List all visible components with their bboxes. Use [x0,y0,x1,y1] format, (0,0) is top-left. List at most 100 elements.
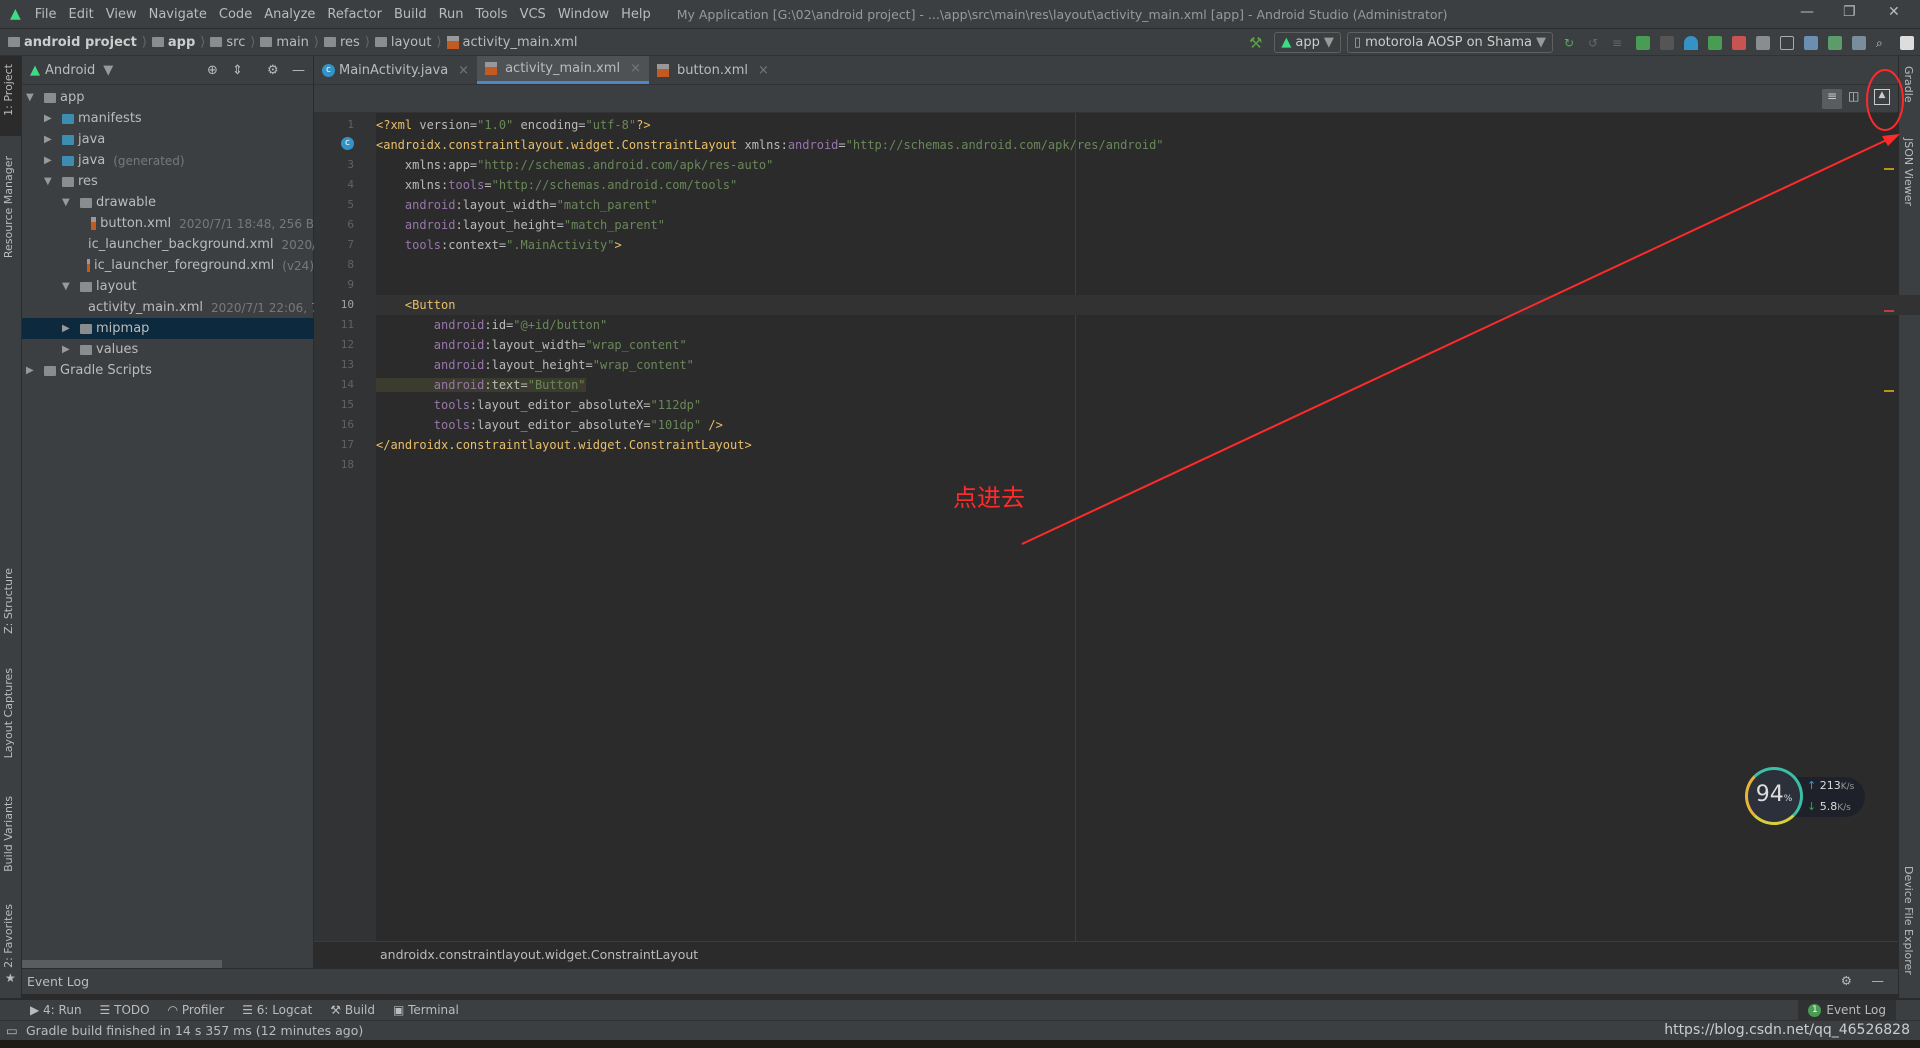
design-view-button[interactable]: ▲ [1874,89,1890,105]
profile-icon[interactable] [1684,35,1698,50]
error-marker[interactable] [1884,310,1894,312]
code-line[interactable]: <?xml version="1.0" encoding="utf-8"?> [376,115,651,135]
warning-marker[interactable] [1884,390,1894,392]
tool-window-profiler[interactable]: ◠ Profiler [168,1003,225,1017]
tree-item[interactable]: ic_launcher_background.xml 2020/ [22,234,314,255]
tree-item[interactable]: ▼ layout [22,276,314,297]
tree-item[interactable]: ▶ java [22,129,314,150]
chevron-right-icon[interactable]: ▶ [44,134,58,145]
tab-mainactivity-java[interactable]: c MainActivity.java × [314,56,477,84]
chevron-right-icon[interactable]: ▶ [44,155,58,166]
code-line[interactable]: android:layout_width="match_parent" [376,195,658,215]
menu-help[interactable]: Help [615,7,657,22]
sdk-manager-icon[interactable] [1804,35,1818,50]
menu-refactor[interactable]: Refactor [321,7,388,22]
chevron-right-icon[interactable]: ▶ [44,113,58,124]
resource-icon[interactable] [1852,35,1866,50]
tree-item[interactable]: ▶ manifests [22,108,314,129]
split-view-button[interactable]: ◫ [1848,89,1859,103]
menu-navigate[interactable]: Navigate [143,7,213,22]
chevron-right-icon[interactable]: ▶ [26,365,40,376]
project-view-select[interactable]: Android [45,63,95,78]
menu-build[interactable]: Build [388,7,433,22]
tool-tab-device-file-explorer[interactable]: Device File Explorer [1902,866,1915,975]
warning-marker[interactable] [1884,168,1894,170]
chevron-down-icon[interactable]: ▼ [26,92,40,103]
toggle-tool-windows-icon[interactable]: ▭ [6,1023,18,1038]
attach-debugger-icon[interactable] [1708,35,1722,50]
tool-window-4-run[interactable]: ▶ 4: Run [30,1003,82,1017]
chevron-down-icon[interactable]: ▼ [62,281,76,292]
breadcrumb-item[interactable]: src ⟩ [210,35,260,50]
tree-item[interactable]: ▼ res [22,171,314,192]
menu-edit[interactable]: Edit [63,7,100,22]
code-line[interactable]: tools:context=".MainActivity"> [376,235,622,255]
collapse-all-icon[interactable]: ⇕ [232,63,243,78]
horizontal-scrollbar[interactable] [22,960,222,968]
tab-button-xml[interactable]: button.xml × [649,56,777,84]
tool-tab-gradle[interactable]: Gradle [1902,66,1915,103]
close-button[interactable]: ✕ [1888,4,1900,20]
code-line[interactable]: android:layout_height="match_parent" [376,215,665,235]
tree-item[interactable]: ▶ Gradle Scripts [22,360,314,381]
tree-item[interactable]: ▶ values [22,339,314,360]
breadcrumb-item[interactable]: res ⟩ [323,35,375,50]
device-manager-icon[interactable] [1828,35,1842,50]
code-line[interactable]: tools:layout_editor_absoluteX="112dp" [376,395,701,415]
chevron-down-icon[interactable]: ▼ [44,176,58,187]
tree-item[interactable]: ▼ app [22,87,314,108]
locate-icon[interactable]: ⊕ [207,63,218,78]
gear-icon[interactable]: ⚙ [267,63,279,78]
code-line[interactable]: android:layout_width="wrap_content" [376,335,687,355]
menu-file[interactable]: File [29,7,63,22]
tool-tab-structure[interactable]: Z: Structure [2,568,15,634]
code-line[interactable]: <androidx.constraintlayout.widget.Constr… [376,135,1164,155]
tool-tab-favorites[interactable]: 2: Favorites [2,904,15,968]
code-line[interactable]: android:text="Button" [376,375,586,395]
menu-tools[interactable]: Tools [470,7,514,22]
coverage-icon[interactable] [1660,35,1674,50]
tree-item[interactable]: ▼ drawable [22,192,314,213]
maximize-button[interactable]: ❐ [1843,4,1856,20]
build-hammer-icon[interactable]: ⚒ [1249,34,1262,52]
avd-manager-icon[interactable] [1780,35,1794,50]
stop-icon[interactable] [1732,35,1746,50]
attach-icon[interactable]: ≡ [1612,36,1626,50]
tool-window-todo[interactable]: ☰ TODO [100,1003,150,1017]
breadcrumb-item[interactable]: app ⟩ [151,35,210,50]
event-log-button[interactable]: 1 Event Log [1798,1000,1896,1020]
tab-activity_main-xml[interactable]: activity_main.xml × [477,56,649,84]
tool-window-terminal[interactable]: ▣ Terminal [393,1003,459,1017]
code-view-button[interactable]: ≡ [1822,89,1842,109]
menu-view[interactable]: View [100,7,143,22]
breadcrumb-item[interactable]: main ⟩ [260,35,324,50]
tool-tab-build-variants[interactable]: Build Variants [2,796,15,872]
tree-item[interactable]: ic_launcher_foreground.xml (v24) [22,255,314,276]
chevron-right-icon[interactable]: ▶ [62,344,76,355]
close-tab-icon[interactable]: × [458,63,469,78]
minimize-button[interactable]: — [1800,4,1814,20]
sync-project-icon[interactable] [1756,35,1770,50]
menu-vcs[interactable]: VCS [514,7,552,22]
tool-tab-resource-manager[interactable]: Resource Manager [2,156,15,258]
tool-tab-project[interactable]: 1: Project [2,64,15,116]
code-editor[interactable]: 123456789101112131415161718 c <?xml vers… [314,113,1920,941]
breadcrumb-item[interactable]: layout ⟩ [374,35,447,50]
menu-analyze[interactable]: Analyze [258,7,321,22]
code-line[interactable]: android:layout_height="wrap_content" [376,355,694,375]
code-line[interactable]: android:id="@+id/button" [376,315,607,335]
gear-icon[interactable]: ⚙ [1841,973,1852,988]
code-line[interactable]: <Button [376,295,456,315]
chevron-right-icon[interactable]: ▶ [62,323,76,334]
chevron-down-icon[interactable]: ▼ [62,197,76,208]
code-line[interactable]: xmlns:tools="http://schemas.android.com/… [376,175,737,195]
avatar[interactable] [1900,35,1914,50]
tree-item[interactable]: activity_main.xml 2020/7/1 22:06, 70 [22,297,314,318]
tool-window-build[interactable]: ⚒ Build [330,1003,375,1017]
hide-icon[interactable]: — [1872,973,1885,988]
apply-changes-icon[interactable]: ↻ [1564,36,1578,50]
tool-tab-json-viewer[interactable]: JSON Viewer [1902,138,1915,206]
menu-window[interactable]: Window [552,7,615,22]
code-line[interactable]: tools:layout_editor_absoluteY="101dp" /> [376,415,723,435]
tool-window-6-logcat[interactable]: ☰ 6: Logcat [242,1003,312,1017]
